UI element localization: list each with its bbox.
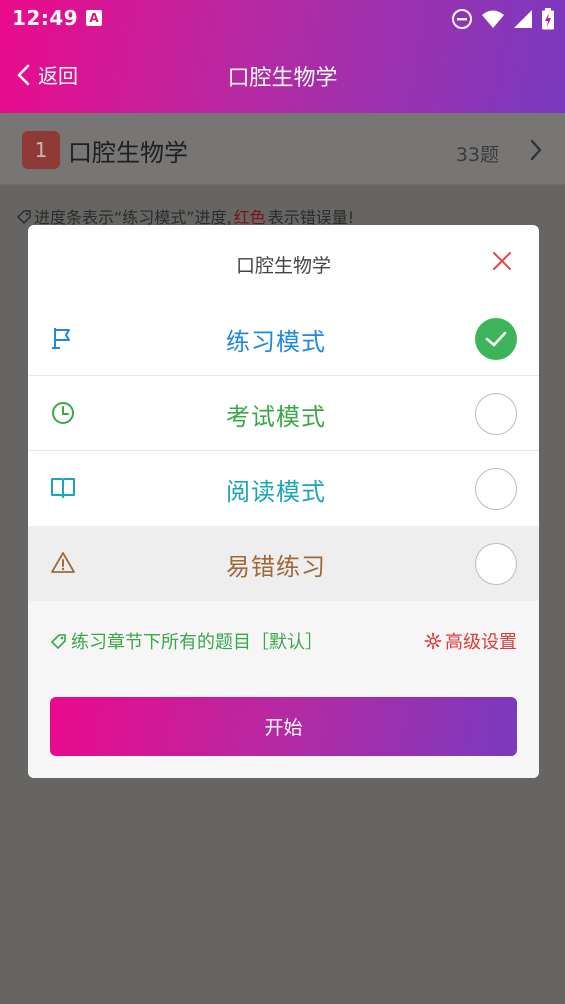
advanced-settings-link[interactable]: 高级设置 [424, 628, 517, 654]
chapter-question-count: 33题 [455, 144, 499, 166]
mode-option-practice[interactable]: 练习模式 [28, 301, 539, 376]
chevron-right-icon [530, 139, 542, 161]
mode-select-dialog: 口腔生物学 练习模式 考试模式 阅读模式 易错练习 练习章节下所有的题目［默认］… [28, 225, 539, 778]
app-bar: 返回 口腔生物学 [0, 38, 565, 113]
start-button[interactable]: 开始 [50, 697, 517, 756]
options-footer: 练习章节下所有的题目［默认］ 高级设置 开始 [28, 601, 539, 778]
mode-label: 阅读模式 [226, 478, 326, 506]
page-title: 口腔生物学 [227, 66, 338, 91]
status-time: 12:49 [12, 6, 79, 30]
chapter-name: 口腔生物学 [68, 139, 188, 167]
chapter-list-item[interactable]: 1 口腔生物学 33题 [0, 113, 565, 185]
advanced-settings-label: 高级设置 [445, 632, 517, 653]
mode-option-error-practice[interactable]: 易错练习 [28, 526, 539, 601]
mode-label: 易错练习 [226, 553, 326, 581]
mode-option-exam[interactable]: 考试模式 [28, 376, 539, 451]
scope-option[interactable]: 练习章节下所有的题目［默认］ [50, 628, 323, 654]
radio-unselected[interactable] [475, 393, 517, 435]
scope-label: 练习章节下所有的题目［默认］ [71, 632, 323, 653]
mode-label: 练习模式 [226, 328, 326, 356]
signal-icon [514, 10, 532, 28]
mode-option-reading[interactable]: 阅读模式 [28, 451, 539, 526]
status-bar: 12:49 A [0, 0, 565, 38]
battery-icon [542, 8, 554, 30]
chapter-number-badge: 1 [22, 131, 60, 169]
status-icons [451, 8, 555, 30]
radio-unselected[interactable] [475, 543, 517, 585]
top-gradient-bar: 12:49 A 返回 口腔生物学 [0, 0, 565, 113]
dialog-title: 口腔生物学 [235, 255, 331, 277]
gear-icon [424, 632, 442, 650]
radio-selected[interactable] [475, 318, 517, 360]
wifi-icon [482, 10, 504, 28]
radio-unselected[interactable] [475, 468, 517, 510]
status-notification-icon: A [86, 10, 102, 26]
mode-label: 考试模式 [226, 403, 326, 431]
do-not-disturb-icon [452, 9, 472, 29]
tag-icon [17, 210, 31, 224]
tag-icon [50, 634, 66, 650]
check-icon [485, 331, 507, 347]
close-icon[interactable] [491, 250, 513, 272]
